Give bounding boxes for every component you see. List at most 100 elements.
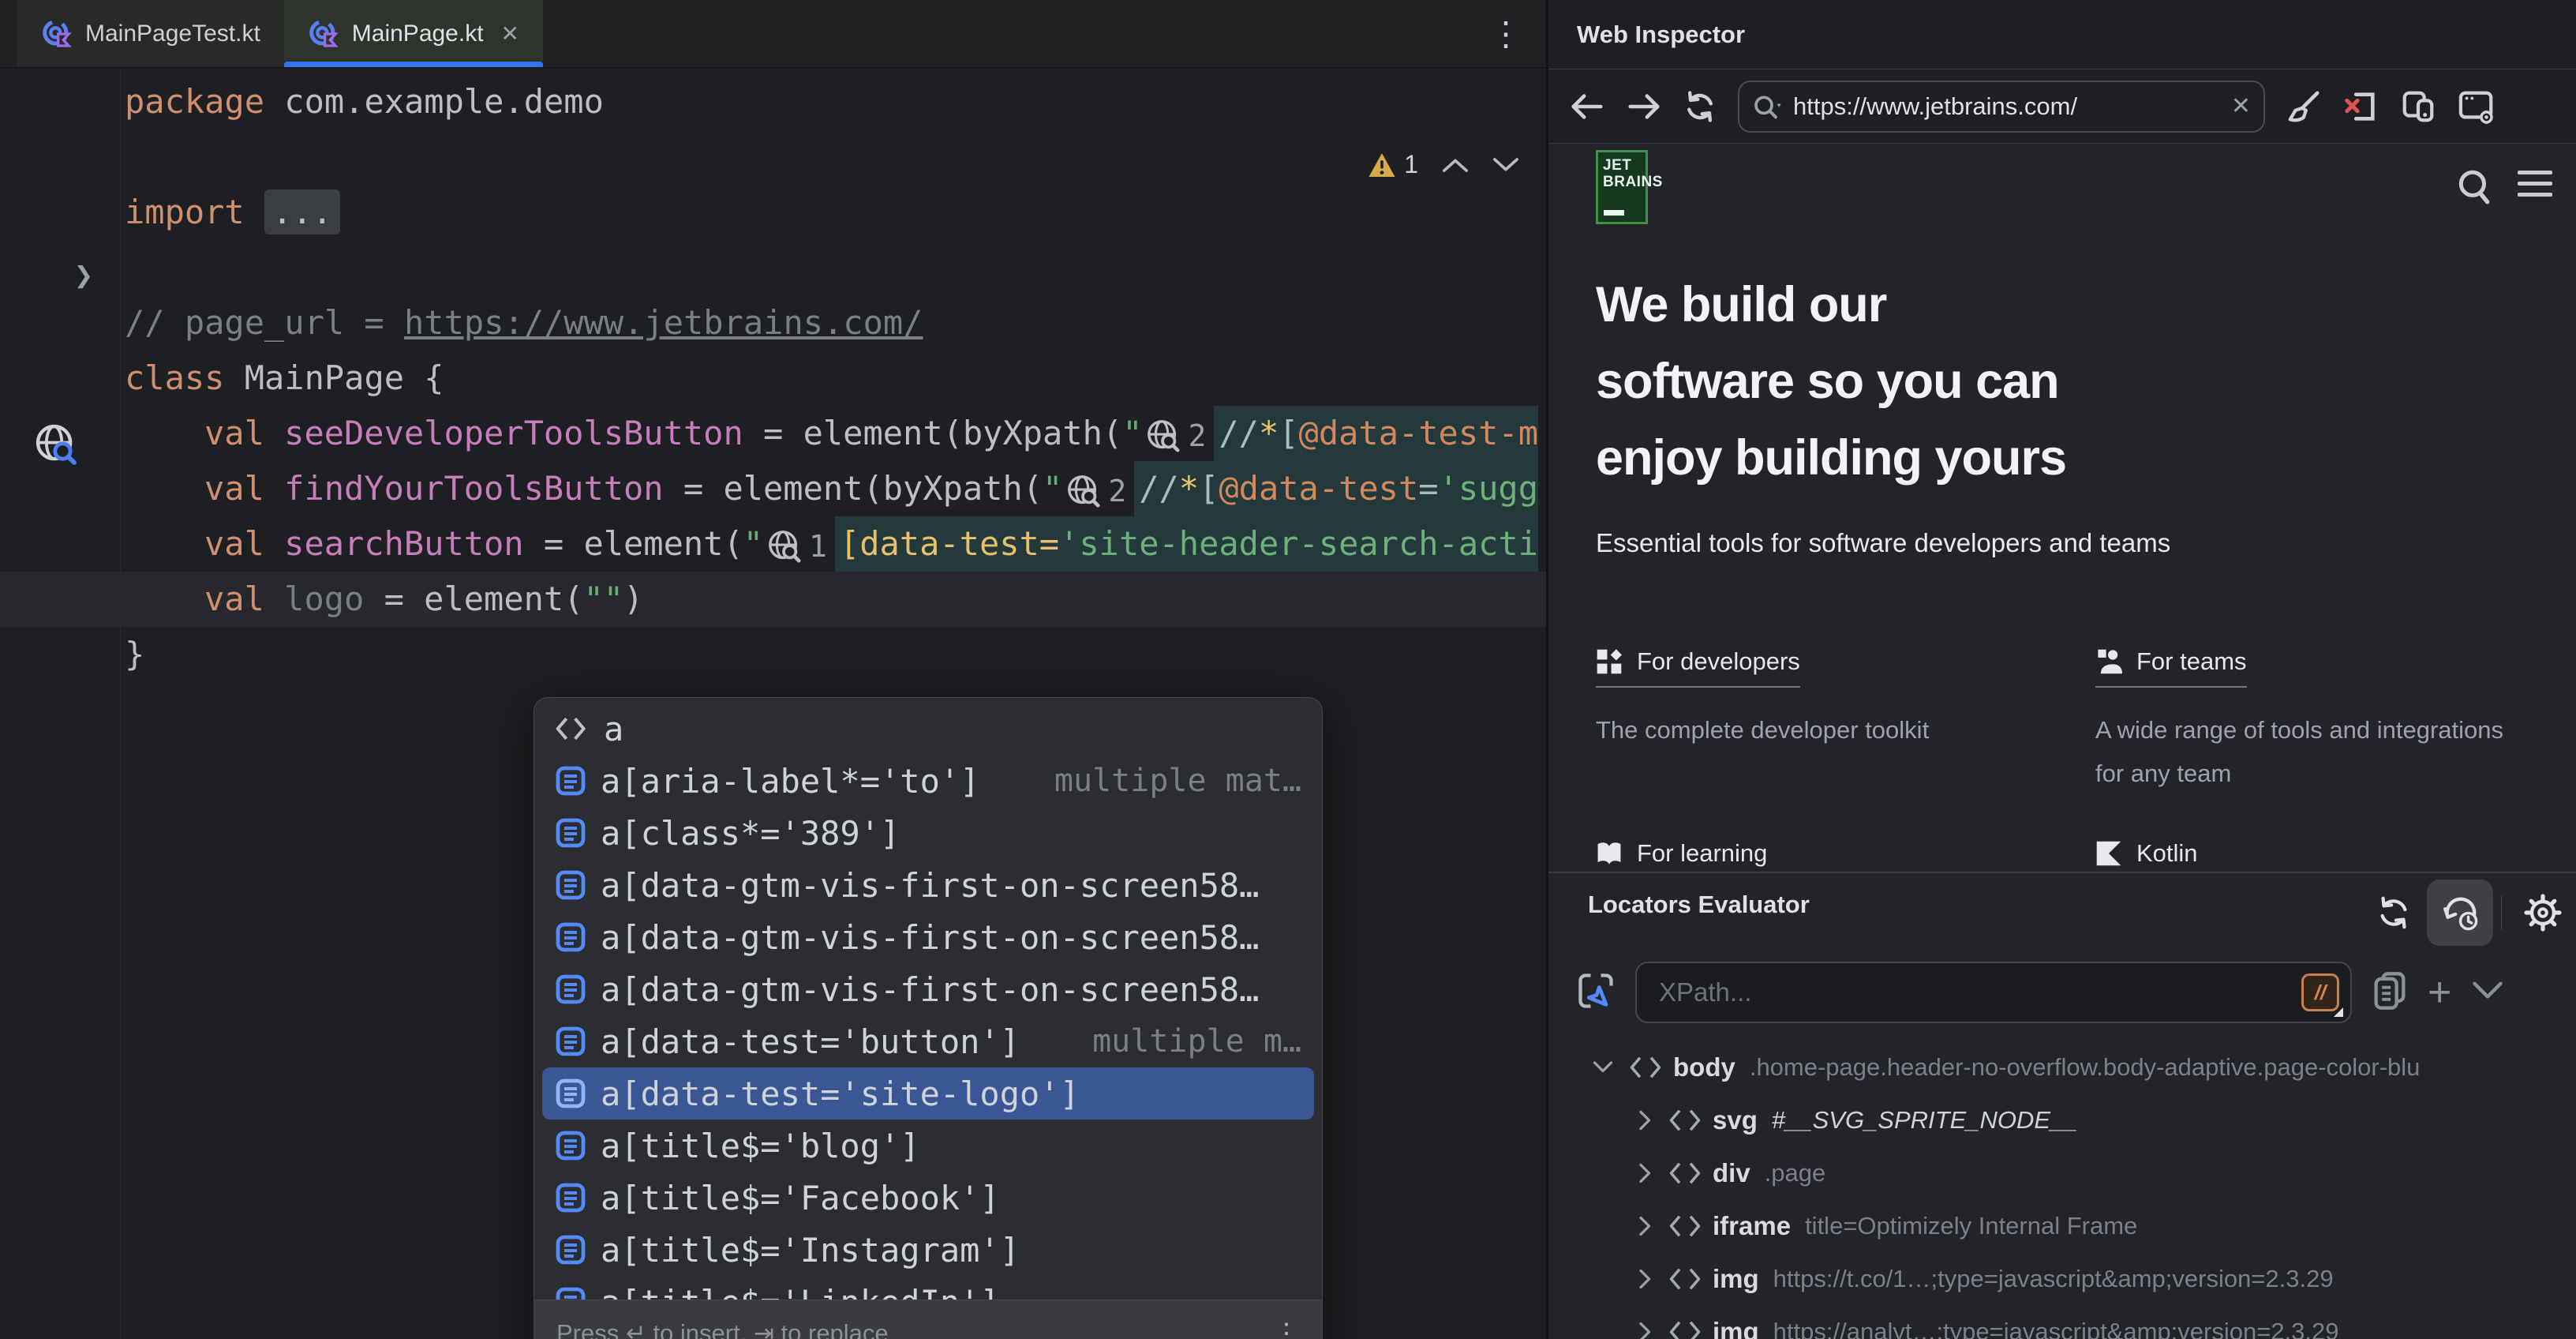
locator-item-icon bbox=[555, 1182, 586, 1213]
refresh-locators-icon[interactable] bbox=[2361, 880, 2427, 946]
locator-item-icon bbox=[555, 973, 586, 1005]
locator-item-icon bbox=[555, 817, 586, 849]
completion-popup: a a[aria-label*='to']multiple mat… a[cla… bbox=[534, 697, 1323, 1339]
chevron-down-icon[interactable] bbox=[1591, 1059, 1615, 1076]
feature-for-teams[interactable]: For teams A wide range of tools and inte… bbox=[2095, 647, 2537, 795]
feature-kotlin[interactable]: Kotlin bbox=[2095, 839, 2537, 872]
completion-item[interactable]: a[class*='389'] bbox=[542, 807, 1314, 859]
completion-item[interactable]: a[aria-label*='to']multiple mat… bbox=[542, 755, 1314, 807]
locator-item-icon bbox=[555, 1234, 586, 1266]
tab-label: MainPageTest.kt bbox=[85, 21, 260, 47]
locators-evaluator: Locators Evaluator XPath... // + bbox=[1548, 872, 2576, 1339]
globe-search-icon bbox=[1065, 473, 1102, 509]
match-count: 2 bbox=[1188, 408, 1206, 462]
folded-imports[interactable]: ... bbox=[264, 189, 340, 234]
tab-close-icon[interactable]: ✕ bbox=[501, 21, 519, 47]
kotlin-class-icon bbox=[308, 18, 339, 50]
clear-cookies-icon[interactable] bbox=[2286, 88, 2322, 125]
collapse-chevron-icon[interactable] bbox=[2470, 979, 2505, 1007]
completion-item[interactable]: a[data-gtm-vis-first-on-screen58… bbox=[542, 963, 1314, 1015]
completion-item[interactable]: a[data-test='button']multiple m… bbox=[542, 1015, 1314, 1067]
completion-query-row: a bbox=[542, 703, 1314, 755]
locators-title: Locators Evaluator bbox=[1588, 891, 1810, 919]
inline-globe-badge[interactable]: 2 bbox=[1145, 408, 1206, 462]
tree-row-body[interactable]: body .home-page.header-no-overflow.body-… bbox=[1548, 1041, 2576, 1093]
element-picker-icon[interactable] bbox=[1575, 970, 1616, 1015]
forward-button[interactable] bbox=[1626, 92, 1662, 121]
developers-icon bbox=[1596, 648, 1623, 675]
locator-item-icon bbox=[555, 1130, 586, 1161]
chevron-right-icon[interactable] bbox=[1637, 1108, 1654, 1132]
completion-item[interactable]: a[data-gtm-vis-first-on-screen58… bbox=[542, 859, 1314, 911]
browser-settings-icon[interactable] bbox=[2458, 88, 2497, 125]
url-clear-icon[interactable]: ✕ bbox=[2231, 92, 2251, 120]
tree-row-img2[interactable]: img https://analyt…;type=javascript&amp;… bbox=[1548, 1305, 2576, 1339]
site-search-icon[interactable] bbox=[2456, 167, 2492, 211]
code-tag-icon bbox=[1629, 1054, 1662, 1081]
tabbar-kebab-icon[interactable]: ⋮ bbox=[1489, 11, 1522, 57]
site-menu-icon[interactable] bbox=[2518, 171, 2552, 204]
tab-mainpagetest[interactable]: MainPageTest.kt bbox=[17, 0, 284, 67]
inline-globe-badge[interactable]: 2 bbox=[1065, 463, 1126, 517]
globe-search-icon bbox=[766, 528, 803, 564]
close-tabs-icon[interactable] bbox=[2342, 88, 2379, 125]
back-button[interactable] bbox=[1569, 92, 1605, 121]
jetbrains-logo[interactable]: JET BRAINS bbox=[1596, 150, 1648, 224]
xpath-fragment: //*[@data-test-m bbox=[1214, 406, 1538, 461]
tree-row-div[interactable]: div .page bbox=[1548, 1146, 2576, 1199]
xpath-input[interactable]: XPath... // bbox=[1635, 962, 2352, 1023]
completion-item[interactable]: a[title$='blog'] bbox=[542, 1120, 1314, 1172]
feature-for-learning[interactable]: For learning bbox=[1596, 839, 2095, 872]
code-line-brace: } bbox=[0, 627, 1546, 682]
locator-item-icon bbox=[555, 869, 586, 901]
code-editor[interactable]: 1 ❯ package com.example.demo import ... … bbox=[0, 68, 1546, 1339]
chevron-right-icon[interactable] bbox=[1637, 1214, 1654, 1238]
completion-item[interactable]: a[title$='LinkedIn'] bbox=[542, 1276, 1314, 1301]
tree-row-img1[interactable]: img https://t.co/1…;type=javascript&amp;… bbox=[1548, 1252, 2576, 1305]
code-line-val2: val findYourToolsButton = element(byXpat… bbox=[0, 461, 1546, 516]
completion-kebab-icon[interactable]: ⋮ bbox=[1273, 1318, 1300, 1339]
code-line-val4-current: val logo = element("") bbox=[0, 572, 1546, 627]
chevron-right-icon[interactable] bbox=[1637, 1320, 1654, 1339]
page-url-link[interactable]: https://www.jetbrains.com/ bbox=[404, 303, 923, 342]
completion-list: a a[aria-label*='to']multiple mat… a[cla… bbox=[534, 698, 1322, 1301]
learning-icon bbox=[1596, 840, 1623, 867]
settings-gear-icon[interactable] bbox=[2510, 880, 2576, 946]
completion-item[interactable]: a[data-gtm-vis-first-on-screen58… bbox=[542, 911, 1314, 963]
code-tag-icon bbox=[1668, 1213, 1702, 1240]
tab-mainpage-active[interactable]: MainPage.kt ✕ bbox=[284, 0, 543, 67]
copy-results-icon[interactable] bbox=[2371, 970, 2409, 1015]
tree-row-svg[interactable]: svg #__SVG_SPRITE_NODE__ bbox=[1548, 1093, 2576, 1146]
web-inspector-panel: Web Inspector https://www.jetbrains.com/… bbox=[1546, 0, 2576, 1339]
completion-item[interactable]: a[title$='Facebook'] bbox=[542, 1172, 1314, 1224]
code-tag-icon bbox=[1668, 1318, 1702, 1339]
tree-row-iframe[interactable]: iframe title=Optimizely Internal Frame bbox=[1548, 1199, 2576, 1252]
webpage-preview[interactable]: JET BRAINS We build our software so you … bbox=[1548, 144, 2576, 872]
chevron-right-icon[interactable] bbox=[1637, 1161, 1654, 1185]
code-tag-icon bbox=[555, 713, 590, 745]
code-line-comment: // page_url = https://www.jetbrains.com/ bbox=[0, 295, 1546, 351]
auto-refresh-history-icon[interactable] bbox=[2427, 880, 2493, 946]
locator-item-icon bbox=[555, 1078, 586, 1109]
refresh-button[interactable] bbox=[1683, 89, 1717, 124]
xpath-mode-badge[interactable]: // bbox=[2301, 973, 2339, 1011]
feature-grid: For developers The complete developer to… bbox=[1596, 647, 2537, 872]
jetbrains-logo-dash bbox=[1604, 210, 1624, 216]
chevron-right-icon[interactable] bbox=[1637, 1267, 1654, 1291]
url-bar[interactable]: https://www.jetbrains.com/ ✕ bbox=[1738, 81, 2265, 133]
url-text[interactable]: https://www.jetbrains.com/ bbox=[1793, 92, 2222, 121]
devices-sync-icon[interactable] bbox=[2399, 88, 2437, 125]
teams-icon bbox=[2095, 648, 2122, 675]
completion-item[interactable]: a[title$='Instagram'] bbox=[542, 1224, 1314, 1276]
completion-item-selected[interactable]: a[data-test='site-logo'] bbox=[542, 1067, 1314, 1120]
match-count: 2 bbox=[1108, 463, 1126, 517]
hero-subtitle: Essential tools for software developers … bbox=[1596, 521, 2180, 564]
feature-for-developers[interactable]: For developers The complete developer to… bbox=[1596, 647, 2095, 795]
locator-item-icon bbox=[555, 1026, 586, 1057]
add-locator-icon[interactable]: + bbox=[2428, 977, 2451, 1008]
code-tag-icon bbox=[1668, 1107, 1702, 1134]
code-line-val1: val seeDeveloperToolsButton = element(by… bbox=[0, 406, 1546, 461]
xpath-input-row: XPath... // + bbox=[1575, 962, 2576, 1023]
inline-globe-badge[interactable]: 1 bbox=[766, 519, 827, 572]
dom-tree: body .home-page.header-no-overflow.body-… bbox=[1548, 1041, 2576, 1339]
